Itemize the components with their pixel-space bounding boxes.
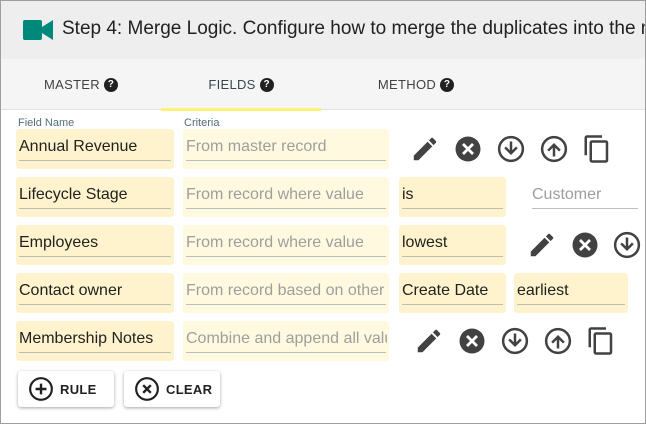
tab-fields[interactable]: FIELDS ? [161, 59, 321, 111]
add-circle-icon [29, 377, 53, 401]
order-value: earliest [517, 282, 569, 299]
field-name-value: Contact owner [19, 282, 123, 299]
clear-label: CLEAR [166, 381, 213, 397]
tab-master[interactable]: MASTER ? [1, 59, 161, 110]
criteria-value: From record based on other [186, 282, 385, 299]
move-up-icon[interactable] [543, 326, 573, 356]
operator-select[interactable]: is [399, 177, 506, 217]
tab-method[interactable]: METHOD ? [321, 59, 511, 110]
tab-bar: MASTER ? FIELDS ? METHOD ? [1, 59, 645, 111]
help-icon[interactable]: ? [259, 77, 274, 92]
help-icon[interactable]: ? [440, 77, 455, 92]
field-name-value: Annual Revenue [19, 138, 138, 155]
operator-select[interactable]: lowest [399, 225, 506, 265]
tab-method-label: METHOD [377, 77, 437, 92]
criteria-select[interactable]: Combine and append all values [183, 321, 389, 361]
clear-button[interactable]: CLEAR [124, 371, 220, 407]
field-name-column-label: Field Name [18, 117, 75, 129]
remove-icon[interactable] [570, 230, 600, 260]
field-name-input[interactable]: Employees [16, 225, 174, 265]
edit-icon[interactable] [410, 134, 440, 164]
criteria-value: From record where value [186, 234, 364, 251]
date-field-value: Create Date [402, 282, 489, 299]
criteria-select[interactable]: From master record [183, 129, 389, 169]
field-name-input[interactable]: Contact owner [16, 273, 174, 313]
criteria-column-label: Criteria [184, 117, 220, 129]
order-select[interactable]: earliest [514, 273, 628, 313]
value-text: Customer [532, 186, 602, 203]
video-camera-icon [23, 20, 53, 40]
value-input[interactable]: Customer [529, 177, 641, 217]
add-rule-label: RULE [60, 381, 97, 397]
field-name-input[interactable]: Membership Notes [16, 321, 174, 361]
edit-icon[interactable] [527, 230, 557, 260]
help-icon[interactable]: ? [103, 77, 118, 92]
criteria-value: From record where value [186, 186, 364, 203]
field-name-input[interactable]: Annual Revenue [16, 129, 174, 169]
criteria-value: Combine and append all values [186, 330, 387, 347]
move-up-icon[interactable] [539, 134, 569, 164]
criteria-select[interactable]: From record where value [183, 177, 389, 217]
tab-fields-label: FIELDS [208, 77, 256, 92]
field-name-input[interactable]: Lifecycle Stage [16, 177, 174, 217]
criteria-value: From master record [186, 138, 327, 155]
move-down-icon[interactable] [496, 134, 526, 164]
move-down-icon[interactable] [612, 230, 642, 260]
edit-icon[interactable] [414, 326, 444, 356]
remove-icon[interactable] [453, 134, 483, 164]
tab-master-label: MASTER [44, 77, 100, 92]
operator-value: is [402, 186, 414, 203]
copy-icon[interactable] [582, 134, 612, 164]
criteria-select[interactable]: From record where value [183, 225, 389, 265]
criteria-select[interactable]: From record based on other [183, 273, 389, 313]
move-down-icon[interactable] [500, 326, 530, 356]
copy-icon[interactable] [586, 326, 616, 356]
add-rule-button[interactable]: RULE [18, 371, 114, 407]
step-header: Step 4: Merge Logic. Configure how to me… [1, 1, 645, 59]
field-name-value: Membership Notes [19, 330, 154, 347]
remove-icon[interactable] [457, 326, 487, 356]
date-field-select[interactable]: Create Date [399, 273, 506, 313]
page-title: Step 4: Merge Logic. Configure how to me… [62, 18, 645, 39]
field-name-value: Lifecycle Stage [19, 186, 128, 203]
clear-circle-icon [135, 377, 159, 401]
operator-value: lowest [402, 234, 448, 251]
field-name-value: Employees [19, 234, 99, 251]
